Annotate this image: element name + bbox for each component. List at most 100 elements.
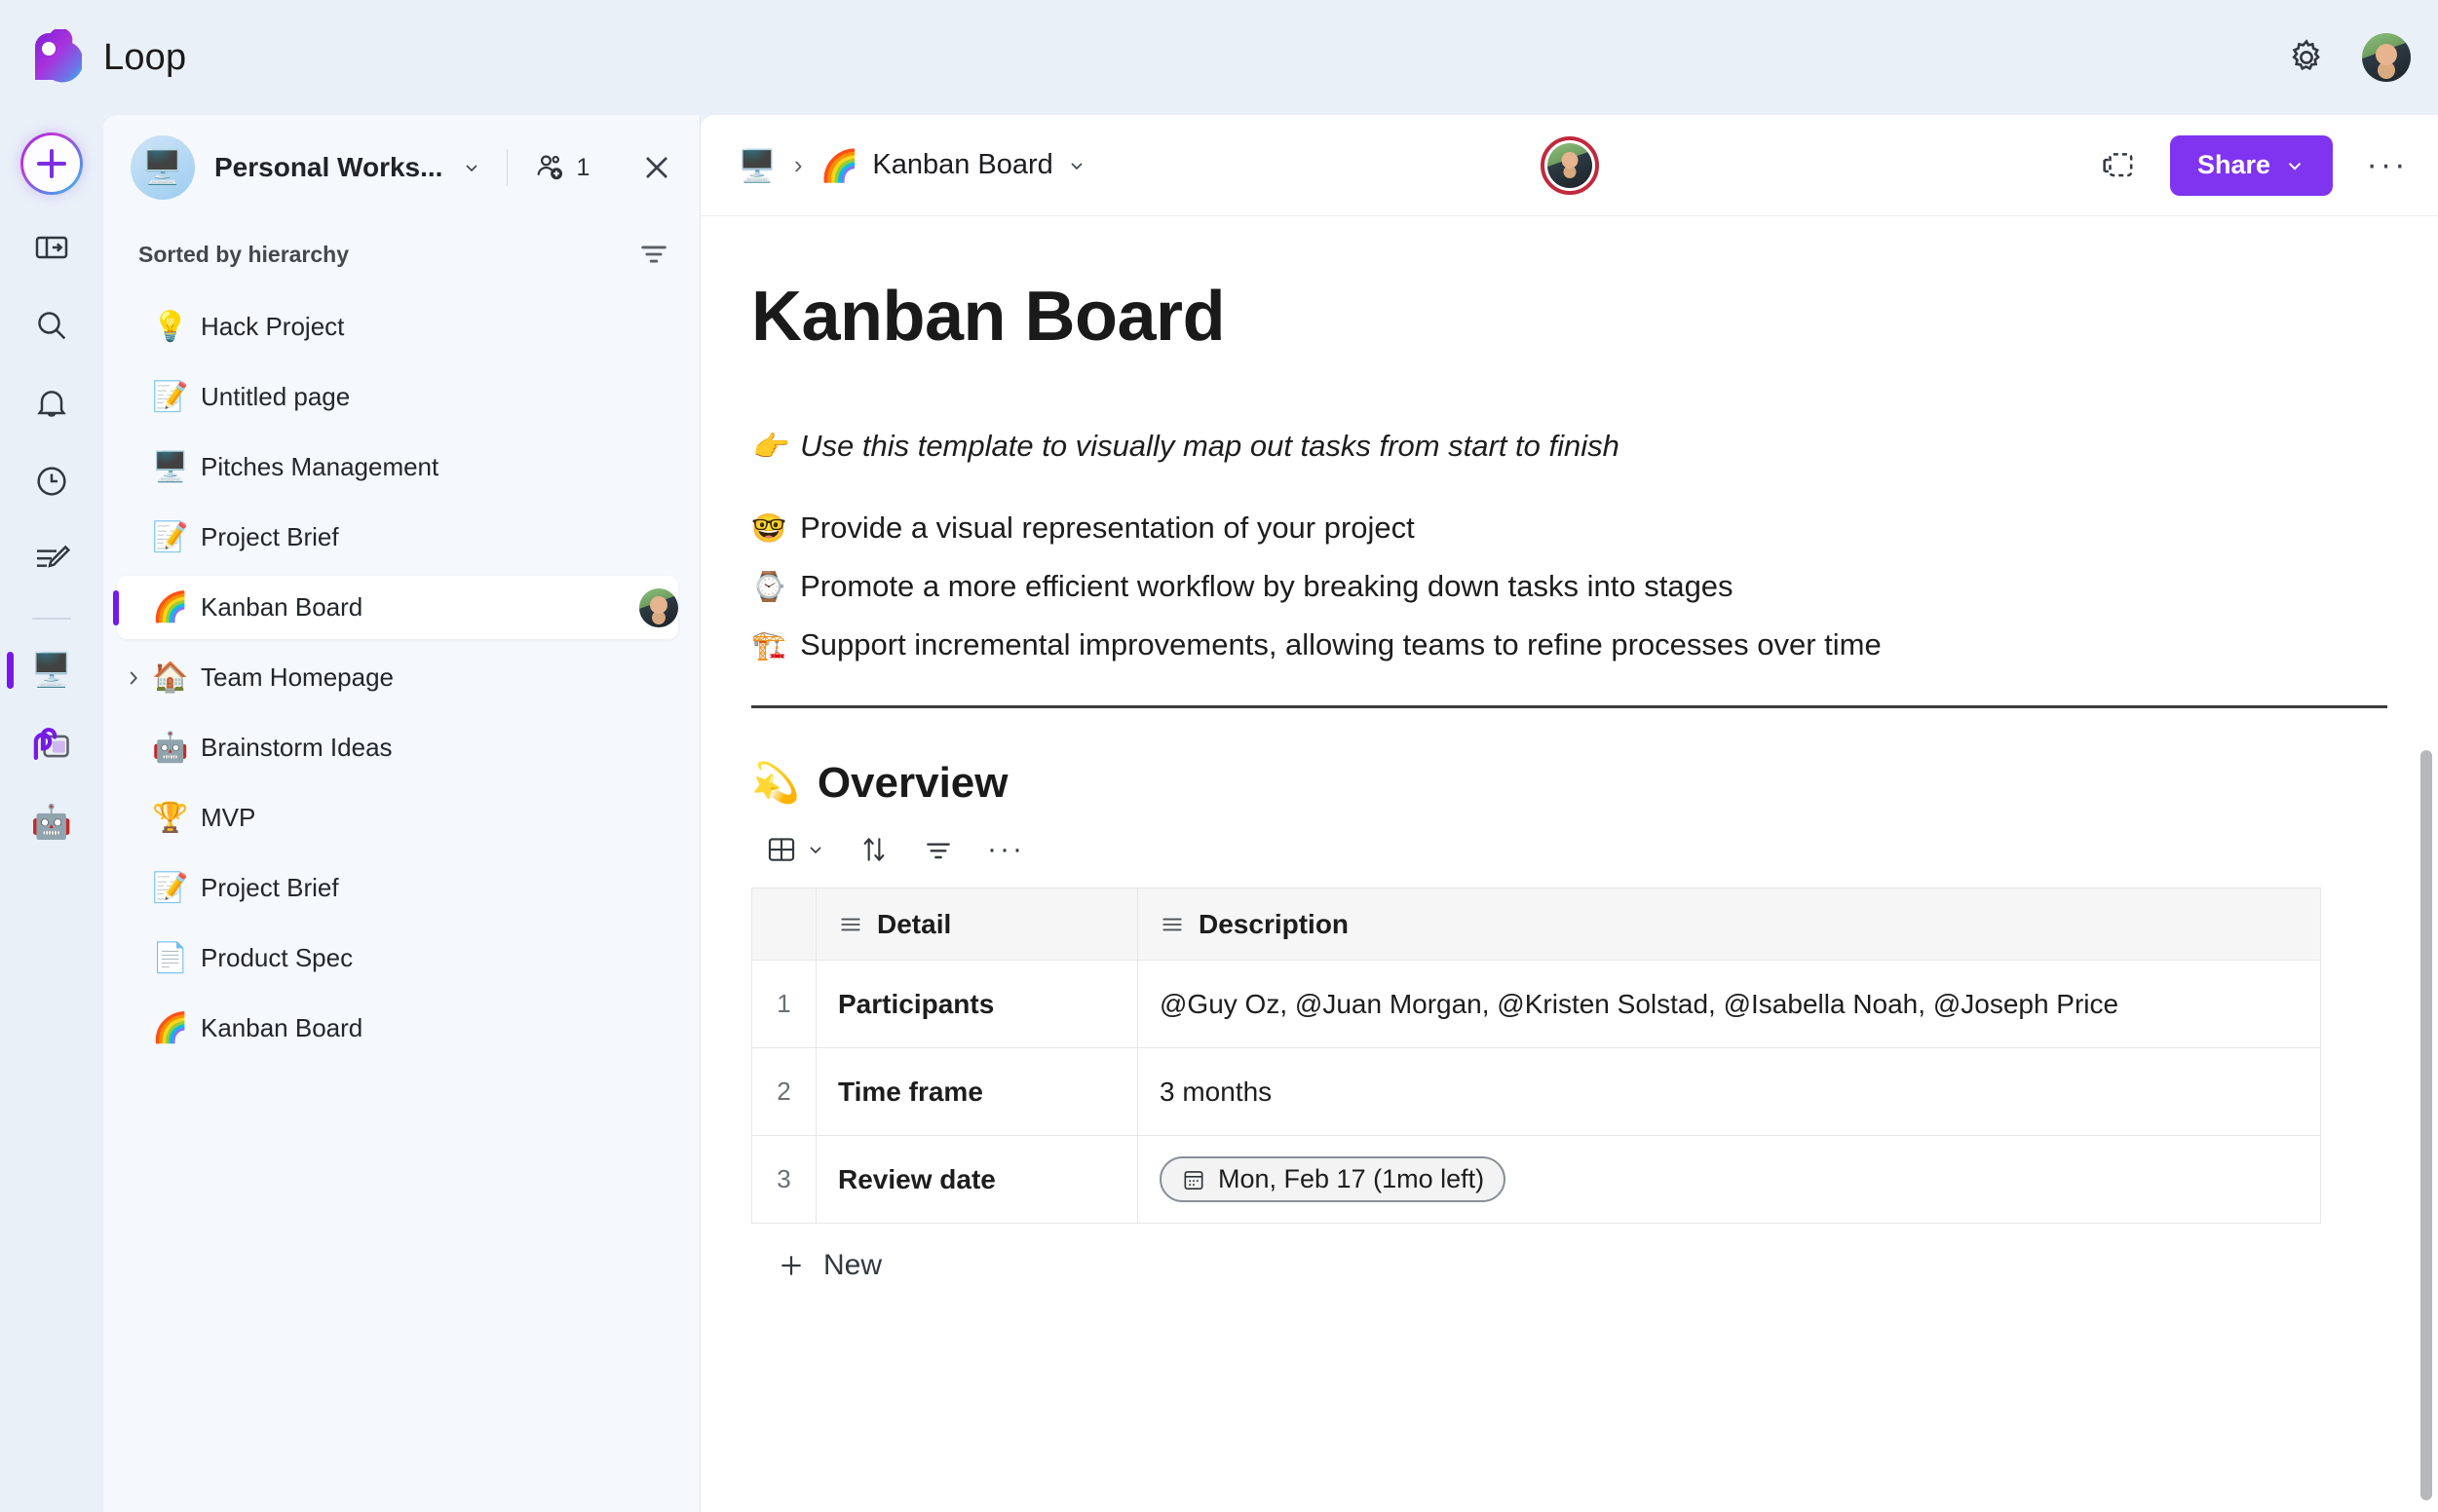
edit-lines-icon[interactable] <box>26 534 77 585</box>
rail-workspace-loop[interactable] <box>26 721 77 772</box>
column-header-description[interactable]: Description <box>1137 888 2321 961</box>
search-icon[interactable] <box>26 300 77 351</box>
add-new-row-button[interactable]: New <box>777 1249 2321 1282</box>
breadcrumb: 🖥️ › 🌈 Kanban Board <box>738 149 1086 181</box>
chevron-down-icon <box>810 847 821 854</box>
cell-detail[interactable]: Time frame <box>816 1047 1138 1136</box>
benefit-emoji-icon: 🏗️ <box>751 630 787 662</box>
benefit-item: 🤓 Provide a visual representation of your… <box>751 510 2380 546</box>
page-emoji-icon: 🖥️ <box>152 450 189 483</box>
sidebar-item-untitled-page[interactable]: 📝 Untitled page <box>117 365 678 429</box>
cell-description[interactable]: Mon, Feb 17 (1mo left) <box>1137 1135 2321 1224</box>
page-emoji-icon: 🏠 <box>152 661 189 694</box>
sidebar-item-label: Hack Project <box>201 312 345 341</box>
text-field-icon <box>838 912 863 937</box>
breadcrumb-root-icon[interactable]: 🖥️ <box>738 150 777 181</box>
sidebar-item-label: Pitches Management <box>201 452 439 481</box>
create-new-button[interactable] <box>20 132 83 195</box>
benefit-emoji-icon: 🤓 <box>751 513 787 545</box>
desktop-emoji-icon: 🖥️ <box>30 652 73 689</box>
benefits-list: 🤓 Provide a visual representation of your… <box>751 510 2380 662</box>
point-right-emoji-icon: 👉 <box>751 432 787 463</box>
chevron-down-icon <box>2284 155 2305 176</box>
chevron-right-icon[interactable] <box>123 667 144 689</box>
member-count: 1 <box>576 153 590 181</box>
workspace-sidebar: 🖥️ Personal Works... 1 Sorted by hierarc… <box>103 115 701 1512</box>
benefit-emoji-icon: ⌚ <box>751 572 787 603</box>
breadcrumb-current-label: Kanban Board <box>872 149 1053 180</box>
overview-heading: 💫 Overview <box>751 759 2380 808</box>
rail-workspace-personal[interactable]: 🖥️ <box>7 645 77 696</box>
desktop-emoji-icon: 🖥️ <box>141 149 184 186</box>
cell-description[interactable]: @Guy Oz, @Juan Morgan, @Kristen Solstad,… <box>1137 960 2321 1048</box>
chevron-down-icon[interactable] <box>462 158 481 177</box>
page-collaborator-avatar[interactable] <box>639 587 678 627</box>
sidebar-item-project-brief[interactable]: 📝 Project Brief <box>117 506 678 569</box>
sidebar-item-kanban-board[interactable]: 🌈 Kanban Board <box>113 576 678 639</box>
filter-icon[interactable] <box>637 238 670 271</box>
page-emoji-icon: 🏆 <box>152 801 189 834</box>
sidebar-item-expand-panel[interactable] <box>26 222 77 273</box>
sort-arrows-icon <box>863 838 885 861</box>
page-emoji-icon: 🌈 <box>152 590 189 624</box>
sort-button[interactable] <box>858 834 890 865</box>
breadcrumb-separator: › <box>793 150 803 179</box>
page-list: 💡 Hack Project 📝 Untitled page 🖥️ Pitches Man… <box>103 295 700 1060</box>
copy-component-icon[interactable] <box>2098 146 2137 185</box>
filter-button[interactable] <box>923 834 954 865</box>
workspace-header: 🖥️ Personal Works... 1 <box>103 115 700 220</box>
sidebar-item-project-brief[interactable]: 📝 Project Brief <box>117 856 678 920</box>
avatar-image <box>1546 142 1592 188</box>
sidebar-item-mvp[interactable]: 🏆 MVP <box>117 786 678 850</box>
row-number-header <box>751 888 817 961</box>
page-emoji-icon: 📝 <box>152 871 189 904</box>
plus-icon <box>777 1251 806 1280</box>
cell-detail[interactable]: Participants <box>816 960 1138 1048</box>
date-pill[interactable]: Mon, Feb 17 (1mo left) <box>1160 1156 1506 1202</box>
table-row[interactable]: 3 Review date Mon, Feb 17 (1mo left) <box>751 1135 2321 1224</box>
workspace-members-button[interactable]: 1 <box>533 151 590 184</box>
document-actions: Share ··· <box>2098 134 2409 196</box>
sidebar-item-pitches-management[interactable]: 🖥️ Pitches Management <box>117 435 678 499</box>
table-row[interactable]: 1 Participants @Guy Oz, @Juan Morgan, @Kri… <box>751 960 2321 1048</box>
sidebar-item-product-spec[interactable]: 📄 Product Spec <box>117 926 678 990</box>
share-button[interactable]: Share <box>2169 134 2333 196</box>
sidebar-item-hack-project[interactable]: 💡 Hack Project <box>117 295 678 359</box>
row-number: 2 <box>751 1047 817 1136</box>
presence-avatar[interactable] <box>1540 135 1599 195</box>
more-horizontal-icon[interactable]: ··· <box>2366 144 2409 187</box>
page-emoji-icon: 💡 <box>152 310 189 343</box>
loop-logo-icon <box>25 29 82 86</box>
table-row[interactable]: 2 Time frame 3 months <box>751 1047 2321 1136</box>
table-more-button[interactable]: ··· <box>987 833 1025 866</box>
document-body: Kanban Board 👉 Use this template to visu… <box>701 216 2438 1512</box>
benefit-text: Promote a more efficient workflow by bre… <box>800 569 1733 603</box>
table-toolbar: ··· <box>765 833 2380 866</box>
benefit-item: ⌚ Promote a more efficient workflow by br… <box>751 569 2380 604</box>
rail-workspace-brainstorm[interactable]: 🤖 <box>26 797 77 848</box>
column-header-detail[interactable]: Detail <box>816 888 1138 961</box>
grid-view-button[interactable] <box>765 833 825 866</box>
sidebar-item-kanban-board[interactable]: 🌈 Kanban Board <box>117 997 678 1060</box>
document-scrollbar[interactable] <box>2420 750 2432 1500</box>
workspace-name: Personal Works... <box>214 152 443 182</box>
cell-description[interactable]: 3 months <box>1137 1047 2321 1136</box>
chevron-down-icon[interactable] <box>1067 156 1086 175</box>
sidebar-item-team-homepage[interactable]: 🏠 Team Homepage <box>117 646 678 709</box>
document-header: 🖥️ › 🌈 Kanban Board Share ··· <box>701 115 2438 216</box>
close-icon[interactable] <box>637 148 676 187</box>
sidebar-item-label: Kanban Board <box>201 592 363 622</box>
cell-detail[interactable]: Review date <box>816 1135 1138 1224</box>
bell-icon[interactable] <box>26 378 77 429</box>
top-bar-actions <box>2286 33 2411 82</box>
gear-icon[interactable] <box>2286 37 2327 78</box>
clock-icon[interactable] <box>26 456 77 507</box>
table-body: 1 Participants @Guy Oz, @Juan Morgan, @Kri… <box>751 960 2321 1224</box>
rail-divider <box>32 618 71 620</box>
breadcrumb-current[interactable]: 🌈 Kanban Board <box>820 149 1086 181</box>
robot-emoji-icon: 🤖 <box>30 804 73 841</box>
intro-text: Use this template to visually map out ta… <box>800 429 1619 463</box>
sidebar-item-brainstorm-ideas[interactable]: 🤖 Brainstorm Ideas <box>117 716 678 779</box>
avatar[interactable] <box>2362 33 2411 82</box>
grid-view-icon <box>768 838 795 861</box>
